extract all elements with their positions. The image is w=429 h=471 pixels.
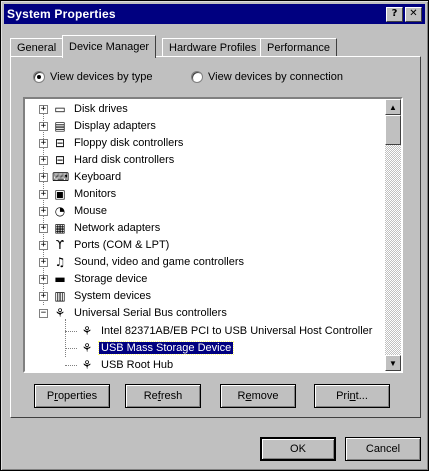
tree-item-mouse[interactable]: + ◔ Mouse [39,203,109,219]
expand-icon[interactable]: + [39,104,48,114]
usb-icon: ⚘ [81,357,93,372]
tree-item-intel-usb-host-controller[interactable]: ⚘ Intel 82371AB/EB PCI to USB Universal … [79,323,374,339]
tree-connector [65,348,77,349]
tree-item-label: USB Mass Storage Device [97,341,235,355]
close-button[interactable]: ✕ [405,6,422,22]
refresh-button[interactable]: Refresh [125,384,201,408]
keyboard-icon: ⌨ [52,169,70,184]
tree-connector [65,331,77,332]
tree-item-label: System devices [74,290,152,302]
usb-icon: ⚘ [54,305,66,320]
tree-item-storage-device[interactable]: + ▬ Storage device [39,271,149,287]
expand-icon[interactable]: + [39,206,48,216]
print-button[interactable]: Print... [314,384,390,408]
tree-item-sound-video-game[interactable]: + ♫ Sound, video and game controllers [39,254,246,270]
tree-item-display-adapters[interactable]: + ▤ Display adapters [39,118,158,134]
tree-item-usb-mass-storage[interactable]: ⚘ USB Mass Storage Device [79,340,235,356]
tree-item-label: Floppy disk controllers [74,137,184,149]
tab-general[interactable]: General [10,38,64,57]
tree-item-usb-root-hub[interactable]: ⚘ USB Root Hub [79,357,175,372]
mouse-icon: ◔ [54,203,66,218]
hard-disk-controller-icon: ⊟ [54,152,66,167]
expand-icon[interactable]: + [39,223,48,233]
tree-item-usb-controllers[interactable]: − ⚘ Universal Serial Bus controllers [39,305,229,321]
usb-icon: ⚘ [81,323,93,338]
tree-item-label: Intel 82371AB/EB PCI to USB Universal Ho… [101,325,373,337]
radio-label: View devices by type [50,71,153,83]
scroll-up-button[interactable]: ▲ [385,99,401,115]
button-label: Remove [237,390,279,402]
radio-label: View devices by connection [208,71,343,83]
tree-item-label: Keyboard [74,171,122,183]
tree-item-label: Monitors [74,188,117,200]
tab-device-manager[interactable]: Device Manager [62,35,157,58]
tree-item-network-adapters[interactable]: + ▦ Network adapters [39,220,162,236]
monitor-icon: ▣ [54,186,66,201]
radio-view-by-connection[interactable]: View devices by connection [191,71,343,83]
tree-connector [65,365,77,366]
tree-item-system-devices[interactable]: + ▥ System devices [39,288,153,304]
expand-icon[interactable]: + [39,121,48,131]
tab-performance[interactable]: Performance [260,38,337,57]
expand-icon[interactable]: + [39,257,48,267]
port-icon: ϒ [55,237,65,252]
tree-item-keyboard[interactable]: + ⌨ Keyboard [39,169,123,185]
radio-dot[interactable] [191,71,203,83]
usb-icon: ⚘ [81,340,93,355]
expand-icon[interactable]: + [39,172,48,182]
tree-item-label: USB Root Hub [101,359,174,371]
expand-icon[interactable]: + [39,189,48,199]
button-label: Refresh [143,390,183,402]
tree-item-label: Hard disk controllers [74,154,175,166]
scroll-thumb[interactable] [385,115,401,145]
system-devices-icon: ▥ [54,288,66,303]
expand-icon[interactable]: + [39,138,48,148]
expand-icon[interactable]: + [39,155,48,165]
tree-item-floppy-controllers[interactable]: + ⊟ Floppy disk controllers [39,135,185,151]
tree-item-label: Display adapters [74,120,156,132]
display-adapter-icon: ▤ [54,118,66,133]
expand-icon[interactable]: + [39,274,48,284]
expand-icon[interactable]: + [39,291,48,301]
tree-item-label: Storage device [74,273,148,285]
collapse-icon[interactable]: − [39,308,48,318]
tree-item-monitors[interactable]: + ▣ Monitors [39,186,118,202]
device-tree[interactable]: + ▭ Disk drives + ▤ Display adapters + ⊟… [23,97,403,373]
disk-drive-icon: ▭ [54,101,66,116]
tree-item-ports[interactable]: + ϒ Ports (COM & LPT) [39,237,171,253]
cancel-button[interactable]: Cancel [345,437,421,461]
remove-button[interactable]: Remove [220,384,296,408]
tree-item-disk-drives[interactable]: + ▭ Disk drives [39,101,130,117]
tree-item-label: Ports (COM & LPT) [74,239,170,251]
properties-button[interactable]: Properties [34,384,110,408]
radio-dot[interactable] [33,71,45,83]
storage-device-icon: ▬ [54,271,66,286]
system-properties-window: System Properties ? ✕ General Device Man… [0,0,429,471]
help-button[interactable]: ? [386,6,403,22]
ok-button[interactable]: OK [260,437,336,461]
scroll-down-button[interactable]: ▼ [385,355,401,371]
vertical-scrollbar[interactable]: ▲ ▼ [385,99,401,371]
window-title: System Properties [7,7,116,21]
tree-item-label: Universal Serial Bus controllers [74,307,227,319]
floppy-controller-icon: ⊟ [54,135,66,150]
sound-icon: ♫ [54,254,66,269]
button-label: Properties [46,390,98,402]
radio-view-by-type[interactable]: View devices by type [33,71,153,83]
tree-connector [65,319,66,357]
tree-item-label: Sound, video and game controllers [74,256,244,268]
expand-icon[interactable]: + [39,240,48,250]
tree-item-label: Disk drives [74,103,128,115]
tree-item-hard-disk-controllers[interactable]: + ⊟ Hard disk controllers [39,152,176,168]
tree-item-label: Mouse [74,205,108,217]
title-bar[interactable]: System Properties ? ✕ [4,4,425,24]
tab-hardware-profiles[interactable]: Hardware Profiles [162,38,264,57]
button-label: Print... [336,390,368,402]
tree-item-label: Network adapters [74,222,161,234]
network-adapter-icon: ▦ [54,220,66,235]
